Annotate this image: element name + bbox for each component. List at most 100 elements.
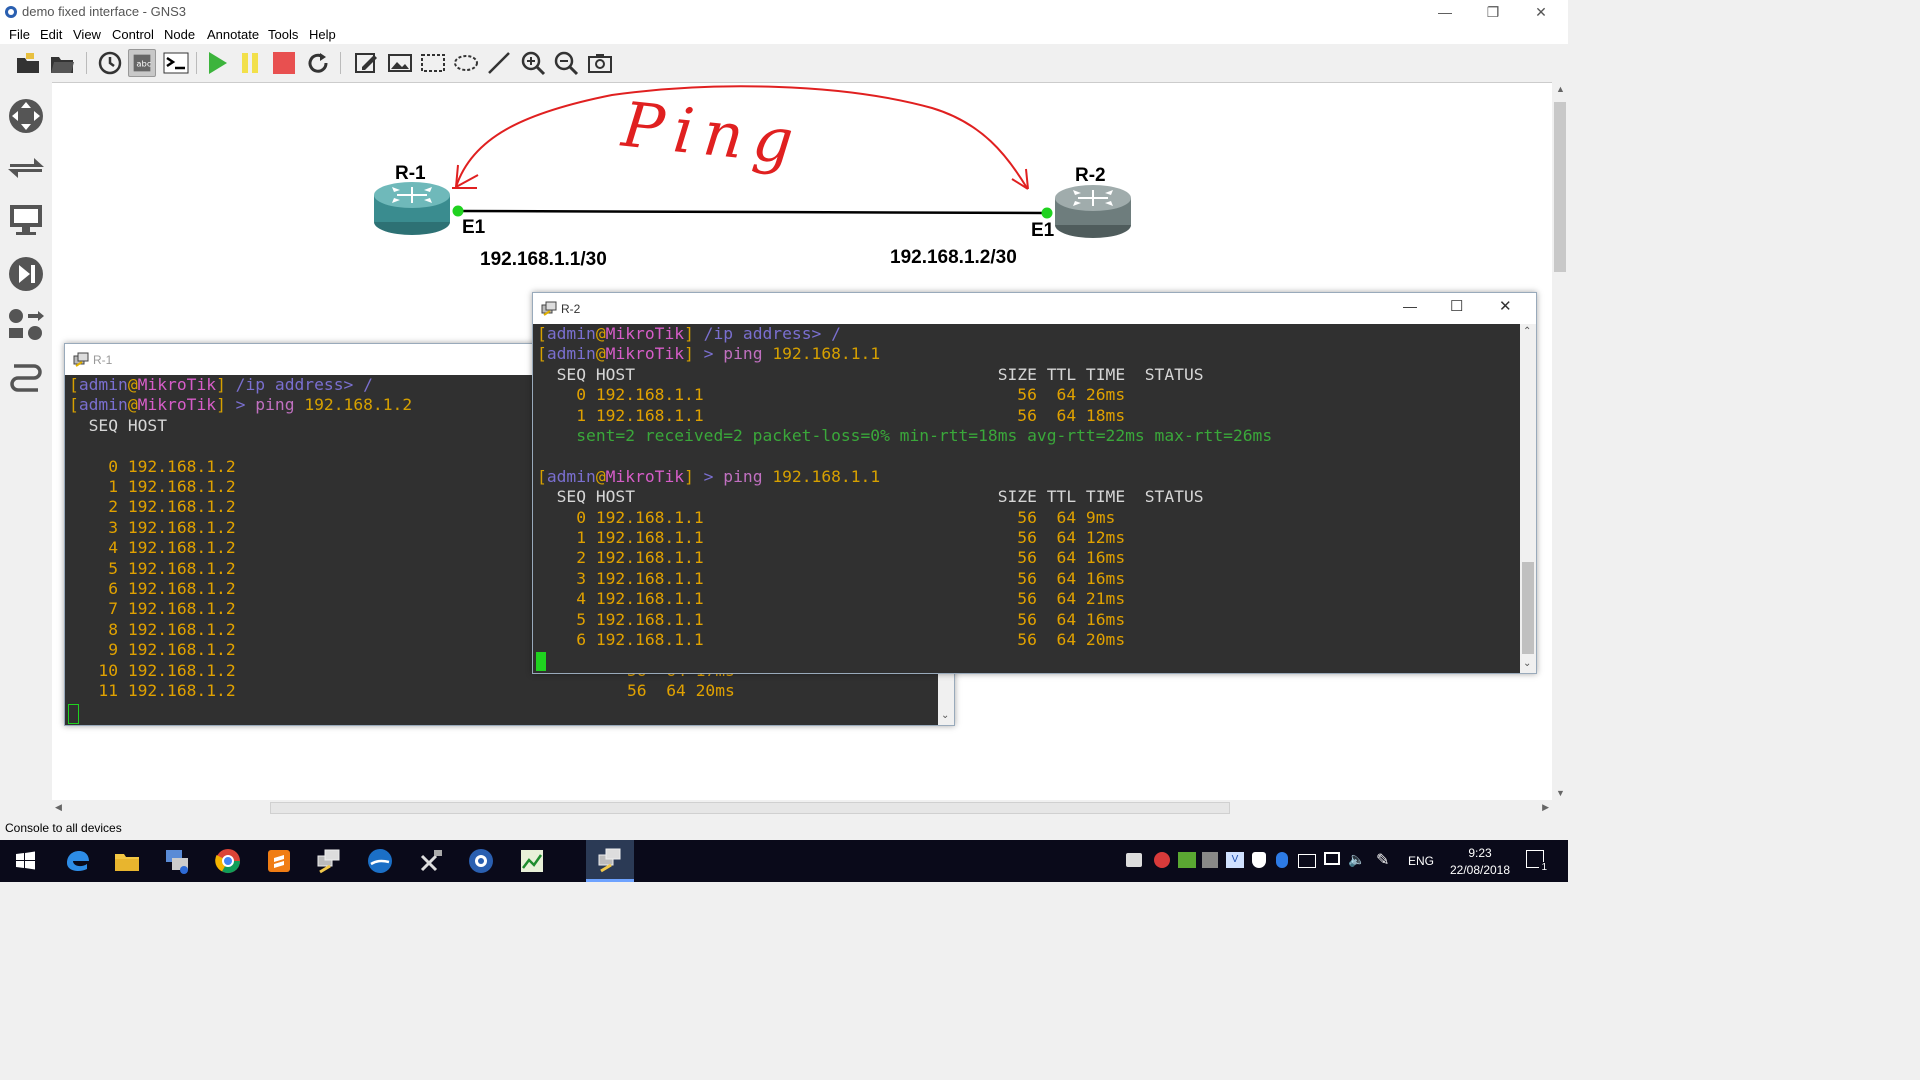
output-row: 1 192.168.1.1 56 64 12ms [537, 528, 1126, 547]
browse-switches-icon[interactable] [6, 148, 46, 188]
scroll-thumb[interactable] [1554, 102, 1566, 272]
chart-app-icon[interactable] [517, 846, 547, 876]
r1-ip-label[interactable]: 192.168.1.1/30 [480, 249, 607, 271]
new-project-icon[interactable] [14, 49, 42, 77]
console-all-icon[interactable] [162, 49, 190, 77]
scroll-down-icon[interactable]: ⌄ [941, 710, 949, 721]
prompt-host: MikroTik [605, 324, 685, 343]
stop-icon[interactable] [270, 49, 298, 77]
output-row: 1 192.168.1.2 [69, 477, 236, 496]
r1-cursor [68, 704, 79, 724]
chrome-browser-icon[interactable] [213, 846, 243, 876]
output-header: SEQ HOST SIZE TTL TIME STATUS [537, 487, 1204, 507]
tray-language[interactable]: ENG [1408, 854, 1434, 868]
draw-ellipse-icon[interactable] [452, 49, 480, 77]
wireshark-icon[interactable] [365, 846, 395, 876]
suspend-icon[interactable] [236, 49, 264, 77]
menu-edit[interactable]: Edit [40, 27, 62, 42]
r2-close-button[interactable]: ✕ [1499, 297, 1512, 315]
r2-minimize-button[interactable]: — [1403, 298, 1417, 314]
tray-pen-icon[interactable]: ✎ [1376, 850, 1389, 870]
restore-button[interactable]: ❐ [1470, 0, 1516, 24]
zoom-out-icon[interactable] [552, 49, 580, 77]
scroll-left-icon[interactable]: ◀ [55, 802, 62, 813]
scroll-down-icon[interactable]: ⌄ [1523, 658, 1531, 669]
menu-view[interactable]: View [73, 27, 101, 42]
r2-console-scrollbar[interactable]: ⌃ ⌄ [1520, 324, 1536, 673]
r1-node-label[interactable]: R-1 [395, 163, 426, 185]
tray-battery-icon[interactable] [1298, 854, 1316, 868]
draw-line-icon[interactable] [485, 49, 513, 77]
zoom-in-icon[interactable] [519, 49, 547, 77]
show-interface-labels-icon[interactable]: abc [128, 49, 156, 77]
menu-annotate[interactable]: Annotate [207, 27, 259, 42]
putty-app-icon[interactable] [314, 846, 344, 876]
menu-control[interactable]: Control [112, 27, 154, 42]
browse-security-devices-icon[interactable] [6, 254, 46, 294]
r2-ip-label[interactable]: 192.168.1.2/30 [890, 247, 1017, 269]
edge-browser-icon[interactable] [62, 846, 92, 876]
network-app-icon[interactable] [162, 846, 192, 876]
tray-volume-icon[interactable]: 🔈 [1348, 851, 1365, 868]
add-link-icon[interactable] [6, 358, 46, 398]
prompt-host: MikroTik [137, 395, 217, 415]
snapshot-icon[interactable] [96, 49, 124, 77]
gns3-taskbar-icon[interactable] [466, 846, 496, 876]
insert-picture-icon[interactable] [386, 49, 414, 77]
prompt-host: MikroTik [605, 344, 685, 364]
add-note-icon[interactable] [352, 49, 380, 77]
minimize-button[interactable]: — [1422, 0, 1468, 24]
file-explorer-icon[interactable] [112, 846, 142, 876]
r2-console-titlebar[interactable]: R-2 — ☐ ✕ [533, 293, 1536, 323]
scroll-right-icon[interactable]: ▶ [1542, 802, 1549, 813]
r1-link-status-dot [452, 205, 464, 217]
link-r1-r2[interactable] [457, 209, 1048, 215]
browse-all-devices-icon[interactable] [6, 304, 46, 344]
start-icon[interactable] [203, 49, 231, 77]
tray-vmware-icon[interactable]: V [1226, 852, 1244, 868]
menu-tools[interactable]: Tools [268, 27, 298, 42]
tray-app-icon[interactable] [1154, 852, 1170, 868]
canvas-horizontal-scrollbar[interactable]: ◀ ▶ [52, 800, 1552, 816]
prompt-user: admin [78, 375, 128, 394]
scroll-down-icon[interactable]: ▼ [1556, 788, 1565, 798]
router-r1-icon[interactable] [374, 182, 450, 235]
tools-app-icon[interactable] [416, 846, 446, 876]
canvas-vertical-scrollbar[interactable]: ▲ ▼ [1552, 82, 1568, 800]
browse-end-devices-icon[interactable] [6, 200, 46, 240]
command-ping: ping [723, 466, 763, 486]
reload-icon[interactable] [304, 49, 332, 77]
tray-app-icon[interactable] [1202, 852, 1218, 868]
close-button[interactable]: ✕ [1518, 0, 1564, 24]
tray-clock[interactable]: 9:23 22/08/2018 [1446, 846, 1514, 877]
screenshot-icon[interactable] [586, 49, 614, 77]
r2-console-window[interactable]: R-2 — ☐ ✕ [admin@MikroTik] /ip address> … [532, 292, 1537, 674]
tray-shield-icon[interactable] [1252, 852, 1266, 868]
scroll-thumb[interactable] [1522, 562, 1534, 654]
tray-network-icon[interactable] [1324, 852, 1340, 865]
r2-cursor [536, 652, 546, 671]
draw-rectangle-icon[interactable] [419, 49, 447, 77]
r2-terminal[interactable]: [admin@MikroTik] /ip address> / [admin@M… [533, 324, 1536, 673]
active-putty-task[interactable] [586, 840, 634, 882]
router-r2-icon[interactable] [1055, 185, 1131, 238]
tray-nvidia-icon[interactable] [1178, 852, 1196, 868]
open-project-icon[interactable] [48, 49, 76, 77]
tray-bluetooth-icon[interactable] [1276, 852, 1288, 868]
menu-help[interactable]: Help [309, 27, 336, 42]
command-arg: 192.168.1.2 [294, 395, 413, 415]
start-menu-icon[interactable] [10, 846, 40, 876]
output-row: 4 192.168.1.1 56 64 21ms [537, 589, 1126, 609]
menu-file[interactable]: File [9, 27, 30, 42]
r2-maximize-button[interactable]: ☐ [1450, 297, 1463, 315]
sublime-text-icon[interactable] [264, 846, 294, 876]
scroll-up-icon[interactable]: ⌃ [1523, 326, 1531, 337]
scroll-thumb[interactable] [270, 802, 1230, 814]
window-title: demo fixed interface - GNS3 [22, 4, 187, 19]
tray-app-icon[interactable] [1126, 853, 1142, 867]
r2-node-label[interactable]: R-2 [1075, 165, 1106, 187]
menu-node[interactable]: Node [164, 27, 195, 42]
notifications-icon[interactable]: 1 [1526, 850, 1549, 873]
scroll-up-icon[interactable]: ▲ [1556, 84, 1565, 94]
browse-routers-icon[interactable] [6, 96, 46, 136]
